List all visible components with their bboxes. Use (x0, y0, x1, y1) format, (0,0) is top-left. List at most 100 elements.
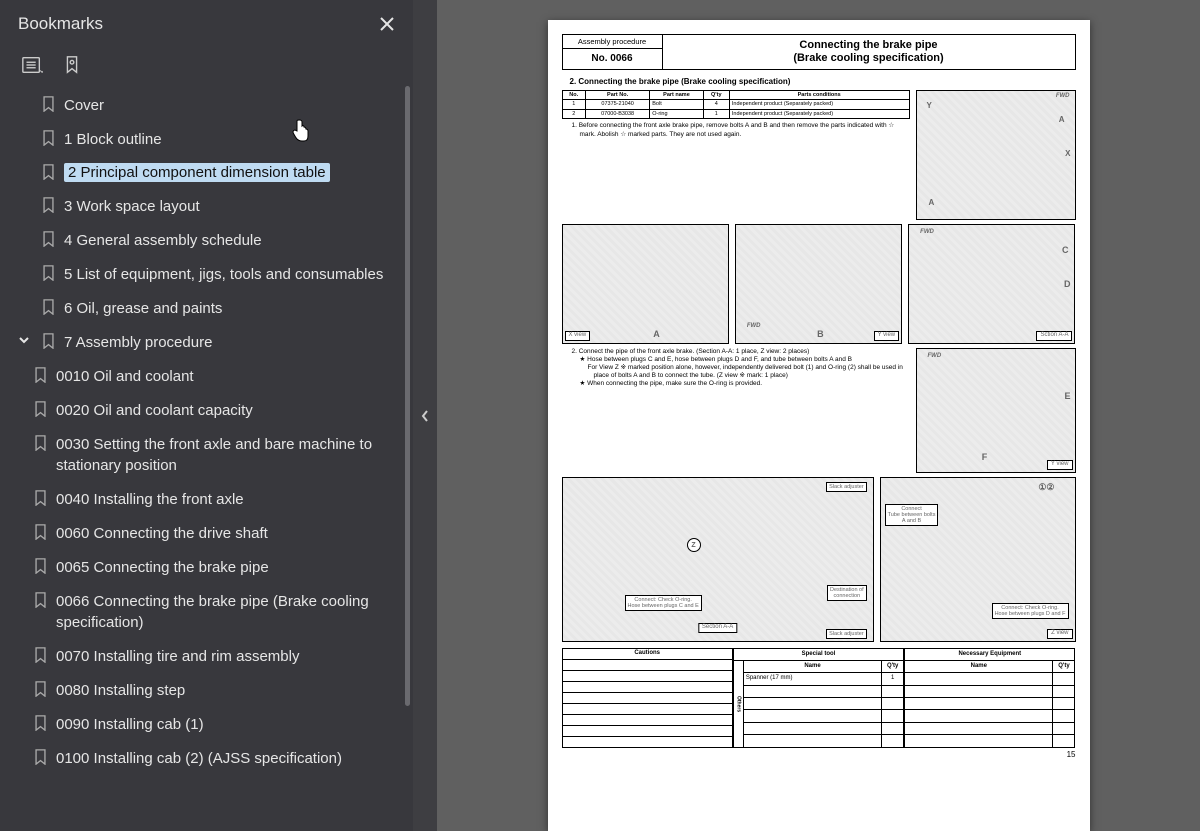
bookmark-icon (40, 94, 56, 114)
bookmark-item[interactable]: 0030 Setting the front axle and bare mac… (0, 427, 409, 482)
bookmark-icon (32, 713, 48, 733)
th-qty-2: Q'ty (1053, 660, 1075, 672)
bookmark-item[interactable]: 1 Block outline (0, 122, 409, 156)
header-title-2: (Brake cooling specification) (793, 52, 943, 65)
td: 2 (562, 109, 585, 119)
parts-table: No. Part No. Part name Q'ty Parts condit… (562, 90, 910, 120)
note-1: 1. Before connecting the front axle brak… (572, 122, 910, 138)
bookmarks-sidebar: Bookmarks Cover (0, 0, 413, 831)
slack-label: Slack adjuster (826, 482, 867, 492)
td: Bolt (650, 100, 703, 110)
list-icon (21, 54, 43, 76)
bookmark-item-expandable[interactable]: 7 Assembly procedure (0, 325, 409, 359)
th-partno: Part No. (585, 90, 649, 100)
label-a: A (1057, 115, 1067, 126)
td: 1 (562, 100, 585, 110)
bookmark-label: 0100 Installing cab (2) (AJSS specificat… (56, 747, 399, 769)
bookmark-label: 2 Principal component dimension table (64, 163, 330, 182)
expand-toggle[interactable] (16, 331, 32, 346)
td-spanner-qty: 1 (882, 673, 904, 685)
bookmark-item[interactable]: 5 List of equipment, jigs, tools and con… (0, 257, 409, 291)
label-x: X (1063, 149, 1072, 160)
th-necessary: Necessary Equipment (905, 648, 1075, 660)
th-no: No. (562, 90, 585, 100)
page-number: 15 (562, 750, 1076, 760)
th-name-2: Name (905, 660, 1053, 672)
label-y: Y (925, 101, 934, 112)
bookmark-item[interactable]: 0090 Installing cab (1) (0, 707, 409, 741)
star-note-b: For View Z ※ marked position alone, howe… (588, 364, 910, 380)
bookmark-item[interactable]: 2 Principal component dimension table (0, 156, 409, 189)
bookmark-icon (32, 365, 48, 385)
td: Independent product (Separately packed) (729, 109, 909, 119)
figure-top-right: FWD A Y X A (916, 90, 1076, 220)
bookmark-label: 7 Assembly procedure (64, 331, 399, 353)
sidebar-title: Bookmarks (18, 14, 375, 34)
bookmark-label: 6 Oil, grease and paints (64, 297, 399, 319)
th-name: Name (743, 660, 881, 672)
bookmark-icon (32, 747, 48, 767)
td: O-ring (650, 109, 703, 119)
td: 1 (703, 109, 729, 119)
bookmark-item[interactable]: 4 General assembly schedule (0, 223, 409, 257)
pdf-page: Assembly procedure No. 0066 Connecting t… (548, 20, 1090, 831)
bookmark-item[interactable]: 6 Oil, grease and paints (0, 291, 409, 325)
bookmark-item[interactable]: 0066 Connecting the brake pipe (Brake co… (0, 584, 409, 639)
th-cond: Parts conditions (729, 90, 909, 100)
figure-section-aa-1: Sction A-A FWD C D (908, 224, 1075, 344)
bookmark-ribbon-icon (61, 54, 83, 76)
bookmark-list[interactable]: Cover 1 Block outline 2 Principal compon… (0, 88, 413, 831)
header-left-bottom: No. 0066 (563, 49, 662, 69)
scrollbar-thumb[interactable] (405, 86, 410, 706)
bookmark-label: 0010 Oil and coolant (56, 365, 399, 387)
bookmark-label: 0070 Installing tire and rim assembly (56, 645, 399, 667)
th-cautions: Cautions (562, 648, 732, 659)
bookmark-icon (32, 522, 48, 542)
bookmark-item[interactable]: Cover (0, 88, 409, 122)
section-aa-label-2: Section A-A (698, 623, 737, 632)
label-c: C (1060, 245, 1071, 257)
td: Independent product (Separately packed) (729, 100, 909, 110)
bookmark-item[interactable]: 0080 Installing step (0, 673, 409, 707)
sidebar-collapse-handle[interactable] (413, 0, 437, 831)
star-note-c: ★ When connecting the pipe, make sure th… (580, 380, 910, 388)
bookmark-item[interactable]: 0060 Connecting the drive shaft (0, 516, 409, 550)
chevron-down-icon (18, 334, 30, 346)
circled-12: ①② (1036, 482, 1056, 494)
bookmark-item[interactable]: 0010 Oil and coolant (0, 359, 409, 393)
bookmark-label: 0080 Installing step (56, 679, 399, 701)
label-d: D (1062, 279, 1073, 291)
td: 4 (703, 100, 729, 110)
bookmark-icon (40, 229, 56, 249)
close-icon (380, 17, 394, 31)
yview-label: Y view (874, 331, 900, 340)
page-header-box: Assembly procedure No. 0066 Connecting t… (562, 34, 1076, 70)
bookmark-icon (32, 645, 48, 665)
bookmark-label: 0040 Installing the front axle (56, 488, 399, 510)
bookmark-icon (32, 488, 48, 508)
bookmark-label: 4 General assembly schedule (64, 229, 399, 251)
bookmark-icon (40, 195, 56, 215)
td: 07000-B3038 (585, 109, 649, 119)
bookmark-label: 3 Work space layout (64, 195, 399, 217)
bookmark-item[interactable]: 0065 Connecting the brake pipe (0, 550, 409, 584)
bookmark-item[interactable]: 0070 Installing tire and rim assembly (0, 639, 409, 673)
bookmark-item[interactable]: 3 Work space layout (0, 189, 409, 223)
th-others: Others (733, 660, 743, 747)
close-sidebar-button[interactable] (375, 12, 399, 36)
bookmark-tool-button[interactable] (58, 52, 86, 78)
label-b: B (815, 329, 826, 341)
connect-df-label: Connect: Check O-ring. Hose between plug… (992, 603, 1069, 619)
bookmark-icon (32, 399, 48, 419)
note-2: 2. Connect the pipe of the front axle br… (572, 348, 910, 356)
outline-view-button[interactable] (18, 52, 46, 78)
document-viewport[interactable]: Assembly procedure No. 0066 Connecting t… (437, 0, 1200, 831)
header-left-top: Assembly procedure (563, 35, 662, 49)
section-title: 2. Connecting the brake pipe (Brake cool… (570, 77, 1076, 87)
section-aa-label: Sction A-A (1036, 331, 1072, 340)
bookmark-item[interactable]: 0040 Installing the front axle (0, 482, 409, 516)
bookmark-item[interactable]: 0100 Installing cab (2) (AJSS specificat… (0, 741, 409, 775)
label-f: F (980, 452, 990, 464)
bookmark-item[interactable]: 0020 Oil and coolant capacity (0, 393, 409, 427)
zview-label: Z view (1047, 629, 1072, 638)
